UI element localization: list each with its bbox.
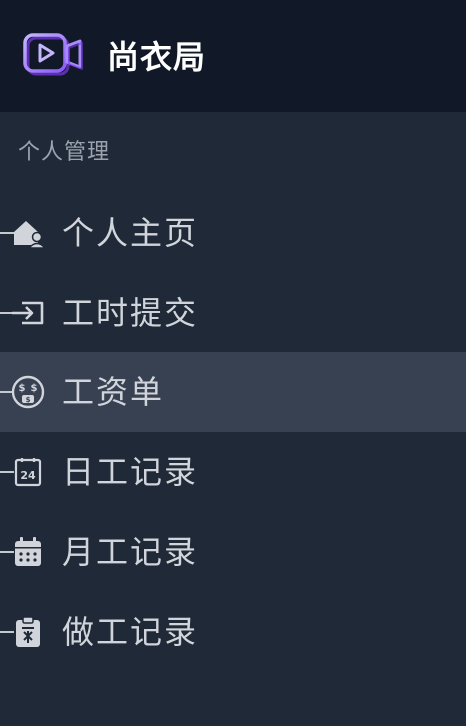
- home-user-icon: [14, 221, 46, 249]
- nav-item-work-record[interactable]: 做工记录: [0, 592, 466, 672]
- svg-text:$: $: [19, 383, 26, 394]
- login-arrow-icon: [12, 301, 44, 325]
- money-face-icon: $ $ $: [11, 375, 45, 409]
- nav-item-label: 月工记录: [62, 533, 199, 571]
- nav-item-payslip[interactable]: $ $ $ 工资单: [0, 352, 466, 432]
- section-title: 个人管理: [18, 140, 111, 165]
- nav-item-label: 日工记录: [62, 453, 199, 491]
- nav-item-daily-record[interactable]: 24 日工记录: [0, 432, 466, 512]
- nav-item-label: 个人主页: [62, 214, 199, 252]
- nav-item-label: 工资单: [62, 373, 165, 411]
- brand-header[interactable]: 尚衣局: [0, 0, 466, 112]
- calendar-24-icon: 24: [14, 458, 42, 487]
- svg-text:$: $: [26, 396, 31, 404]
- nav-item-home[interactable]: 个人主页: [0, 193, 466, 273]
- nav-item-submit-hours[interactable]: 工时提交: [0, 273, 466, 353]
- clipboard-task-icon: [16, 616, 40, 647]
- sidebar: 尚衣局 个人管理 个人主页 工时提交 $ $ $ 工资单 24 日工记录 月工记…: [0, 0, 466, 726]
- nav-item-label: 做工记录: [62, 613, 199, 651]
- camera-play-logo-icon: [23, 33, 83, 76]
- calendar-month-icon: [15, 537, 41, 566]
- svg-text:24: 24: [20, 469, 36, 482]
- svg-text:$: $: [31, 383, 38, 394]
- nav-item-monthly-record[interactable]: 月工记录: [0, 512, 466, 592]
- brand-name: 尚衣局: [107, 38, 207, 76]
- nav-item-label: 工时提交: [62, 294, 199, 332]
